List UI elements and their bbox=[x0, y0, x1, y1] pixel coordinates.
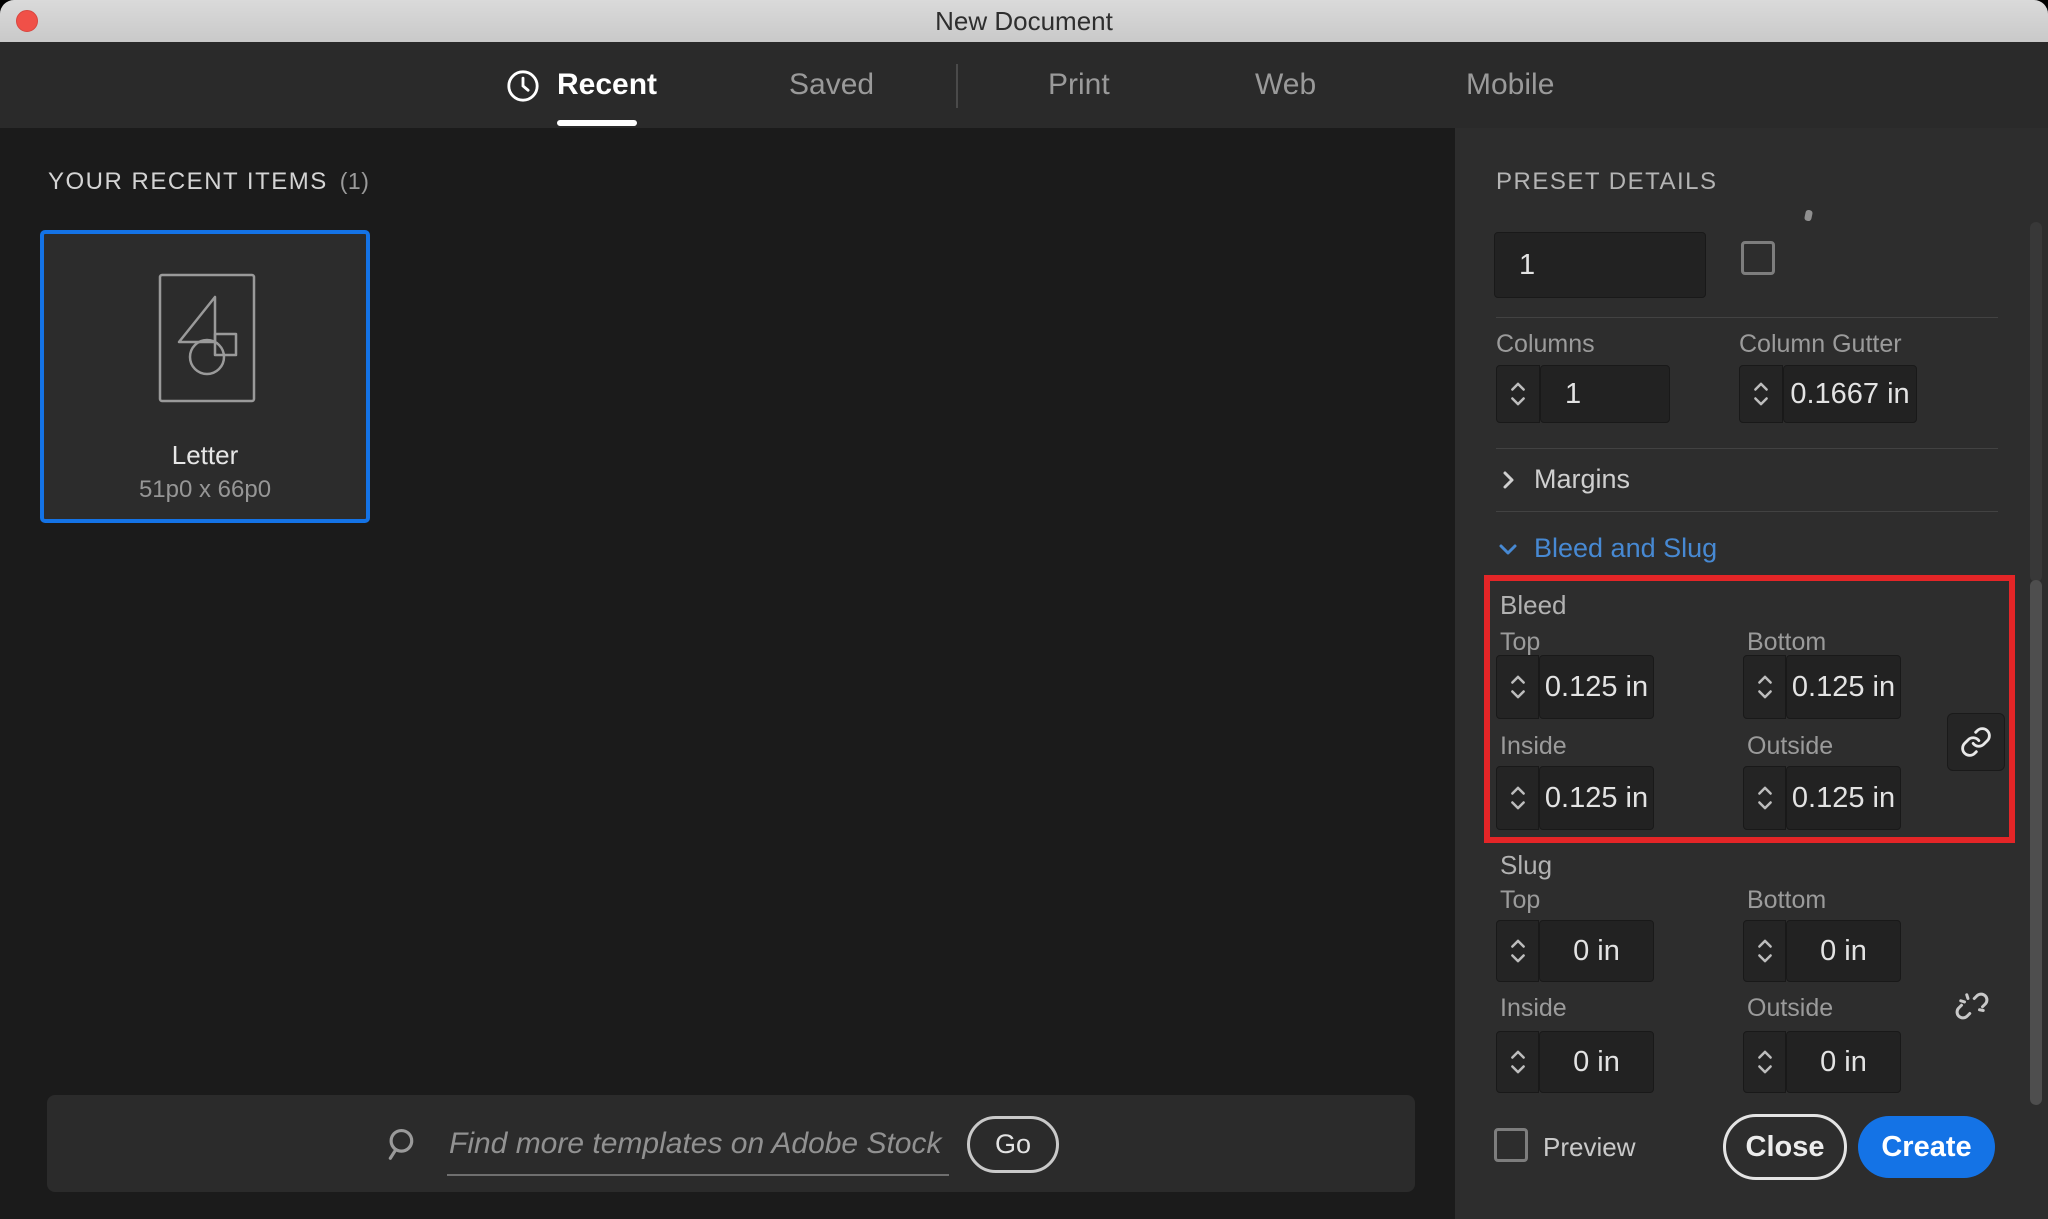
go-button[interactable]: Go bbox=[967, 1116, 1059, 1173]
margins-label: Margins bbox=[1534, 464, 1631, 494]
scrollbar[interactable] bbox=[2030, 222, 2042, 582]
preview-label: Preview bbox=[1543, 1132, 1636, 1162]
margins-disclosure[interactable]: Margins bbox=[1496, 464, 1630, 495]
divider bbox=[1496, 511, 1998, 512]
slug-outside-label: Outside bbox=[1747, 994, 1834, 1022]
slug-bottom-stepper[interactable] bbox=[1743, 920, 1786, 982]
active-tab-underline bbox=[557, 120, 637, 126]
column-gutter-label: Column Gutter bbox=[1739, 330, 1902, 358]
recent-items-count: (1) bbox=[339, 168, 370, 194]
slug-inside-label: Inside bbox=[1500, 994, 1567, 1022]
slug-top-label: Top bbox=[1500, 886, 1541, 914]
bleed-link-values-button[interactable] bbox=[1947, 713, 2005, 771]
tab-saved[interactable]: Saved bbox=[789, 42, 874, 128]
chevron-down-icon bbox=[1499, 544, 1517, 554]
slug-unlink-values-button[interactable] bbox=[1952, 986, 1992, 1026]
columns-label: Columns bbox=[1496, 330, 1595, 358]
stepper-up-down-icon bbox=[1510, 939, 1525, 963]
bleed-inside-input[interactable]: 0.125 in bbox=[1539, 766, 1654, 830]
slug-bottom-label: Bottom bbox=[1747, 886, 1827, 914]
clipped-label-fragment bbox=[1803, 209, 1814, 222]
slug-bottom-input[interactable]: 0 in bbox=[1786, 920, 1901, 982]
search-input[interactable] bbox=[447, 1115, 971, 1173]
preset-details-panel: PRESET DETAILS 1 Columns 1 Column Gutter… bbox=[1455, 128, 2048, 1219]
preview-checkbox[interactable] bbox=[1494, 1128, 1528, 1162]
column-gutter-stepper[interactable] bbox=[1739, 365, 1783, 423]
clock-icon bbox=[506, 69, 540, 103]
adobe-stock-search-bar: Go bbox=[47, 1095, 1415, 1192]
bleed-outside-stepper[interactable] bbox=[1743, 766, 1786, 830]
bleed-top-stepper[interactable] bbox=[1496, 655, 1539, 719]
column-gutter-input[interactable]: 0.1667 in bbox=[1783, 365, 1917, 423]
search-icon bbox=[384, 1125, 422, 1163]
document-preset-icon bbox=[157, 272, 257, 404]
window-title: New Document bbox=[935, 6, 1113, 36]
preset-card-letter[interactable]: Letter 51p0 x 66p0 bbox=[40, 230, 370, 523]
bleed-bottom-stepper[interactable] bbox=[1743, 655, 1786, 719]
recent-items-heading: YOUR RECENT ITEMS (1) bbox=[48, 168, 369, 196]
bleed-top-input[interactable]: 0.125 in bbox=[1539, 655, 1654, 719]
bleed-top-label: Top bbox=[1500, 628, 1541, 656]
divider bbox=[1496, 317, 1998, 318]
stepper-up-down-icon bbox=[1754, 382, 1768, 406]
tab-divider bbox=[956, 64, 958, 108]
broken-link-icon bbox=[1955, 992, 1989, 1020]
stepper-up-down-icon bbox=[1510, 786, 1525, 810]
preset-name: Letter bbox=[171, 440, 239, 470]
titlebar: New Document bbox=[0, 0, 2048, 43]
slug-inside-input[interactable]: 0 in bbox=[1539, 1031, 1654, 1093]
tab-print[interactable]: Print bbox=[1048, 42, 1110, 128]
bleed-section-label: Bleed bbox=[1500, 590, 1567, 620]
scrollbar-thumb[interactable] bbox=[2030, 580, 2042, 1105]
bleed-outside-label: Outside bbox=[1747, 732, 1834, 760]
slug-section-label: Slug bbox=[1500, 850, 1553, 880]
stepper-up-down-icon bbox=[1757, 939, 1772, 963]
close-button[interactable]: Close bbox=[1723, 1114, 1847, 1180]
slug-inside-stepper[interactable] bbox=[1496, 1031, 1539, 1093]
stepper-up-down-icon bbox=[1511, 382, 1525, 406]
bleed-bottom-input[interactable]: 0.125 in bbox=[1786, 655, 1901, 719]
create-button[interactable]: Create bbox=[1858, 1116, 1995, 1178]
tab-bar: Recent Saved Print Web Mobile bbox=[0, 42, 2048, 128]
slug-top-input[interactable]: 0 in bbox=[1539, 920, 1654, 982]
chevron-right-icon bbox=[1503, 471, 1514, 488]
recent-items-area: YOUR RECENT ITEMS (1) Letter 51p0 x 66p0 bbox=[0, 128, 1455, 1219]
bleed-bottom-label: Bottom bbox=[1747, 628, 1827, 656]
preset-details-heading: PRESET DETAILS bbox=[1496, 168, 1718, 195]
stepper-up-down-icon bbox=[1510, 1050, 1525, 1074]
tab-recent[interactable]: Recent bbox=[557, 42, 657, 128]
slug-top-stepper[interactable] bbox=[1496, 920, 1539, 982]
slug-outside-stepper[interactable] bbox=[1743, 1031, 1786, 1093]
stepper-up-down-icon bbox=[1757, 1050, 1772, 1074]
tab-web[interactable]: Web bbox=[1255, 42, 1316, 128]
bleed-and-slug-label: Bleed and Slug bbox=[1534, 533, 1718, 563]
stepper-up-down-icon bbox=[1510, 675, 1525, 699]
bleed-inside-stepper[interactable] bbox=[1496, 766, 1539, 830]
stepper-up-down-icon bbox=[1757, 786, 1772, 810]
columns-input[interactable]: 1 bbox=[1540, 365, 1670, 423]
new-document-dialog: New Document Recent Saved Print Web Mobi… bbox=[0, 0, 2048, 1219]
link-icon bbox=[1961, 727, 1991, 757]
divider bbox=[1496, 448, 1998, 449]
bleed-and-slug-disclosure[interactable]: Bleed and Slug bbox=[1496, 533, 1717, 564]
stepper-up-down-icon bbox=[1757, 675, 1772, 699]
tab-mobile[interactable]: Mobile bbox=[1466, 42, 1554, 128]
recent-items-title: YOUR RECENT ITEMS bbox=[48, 168, 328, 195]
columns-stepper[interactable] bbox=[1496, 365, 1540, 423]
pages-input[interactable]: 1 bbox=[1494, 232, 1706, 298]
slug-outside-input[interactable]: 0 in bbox=[1786, 1031, 1901, 1093]
facing-pages-checkbox[interactable] bbox=[1741, 241, 1775, 275]
bleed-inside-label: Inside bbox=[1500, 732, 1567, 760]
bleed-outside-input[interactable]: 0.125 in bbox=[1786, 766, 1901, 830]
preset-dimensions: 51p0 x 66p0 bbox=[138, 476, 272, 503]
search-underline bbox=[447, 1174, 949, 1176]
